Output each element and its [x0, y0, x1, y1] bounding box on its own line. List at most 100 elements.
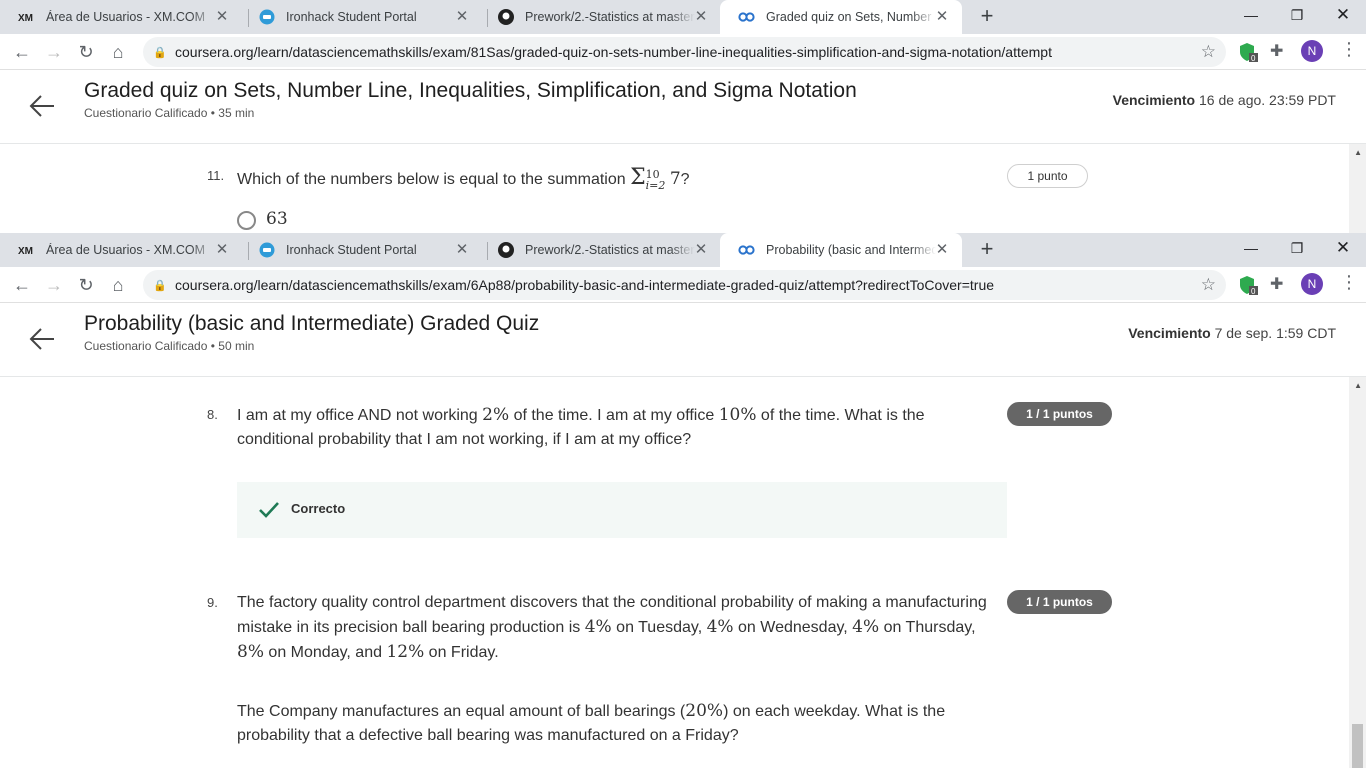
close-tab-icon[interactable]: ✕ [454, 9, 470, 25]
extensions-puzzle-icon[interactable]: ✚ [1270, 274, 1292, 296]
profile-avatar[interactable]: N [1301, 40, 1323, 62]
question-text-part: on Thursday, [879, 619, 976, 636]
shield-extension-icon[interactable]: 0 [1237, 41, 1259, 63]
new-tab-button[interactable]: + [975, 5, 999, 29]
address-toolbar: ← → ↻ ⌂ 🔒 coursera.org/learn/datascience… [0, 267, 1366, 303]
quiz-title: Probability (basic and Intermediate) Gra… [84, 312, 540, 335]
tab-github[interactable]: Prework/2.-Statistics at master · N ✕ [479, 0, 721, 34]
forward-icon[interactable]: → [42, 40, 66, 64]
sigma-symbol: Σ [630, 165, 646, 190]
menu-kebab-icon[interactable]: ⋮ [1340, 272, 1358, 293]
extensions-puzzle-icon[interactable]: ✚ [1270, 41, 1292, 63]
points-badge: 1 punto [1007, 164, 1088, 188]
tab-coursera-active[interactable]: Graded quiz on Sets, Number Lin ✕ [720, 0, 962, 34]
tab-ironhack[interactable]: Ironhack Student Portal ✕ [240, 0, 482, 34]
ironhack-logo-icon [258, 9, 276, 25]
restore-button[interactable]: ❐ [1274, 0, 1320, 32]
forward-icon[interactable]: → [42, 273, 66, 297]
back-arrow-icon[interactable] [28, 325, 56, 353]
scrollbar[interactable] [1349, 377, 1366, 768]
math-value: 8% [237, 642, 264, 662]
close-tab-icon[interactable]: ✕ [934, 242, 950, 258]
quiz-subtitle: Cuestionario Calificado • 50 min [84, 339, 255, 353]
new-tab-button[interactable]: + [975, 238, 999, 262]
answer-radio[interactable] [237, 211, 256, 230]
tab-title: Prework/2.-Statistics at master · N [525, 10, 695, 24]
coursera-icon [738, 242, 756, 258]
close-tab-icon[interactable]: ✕ [693, 242, 709, 258]
tab-strip: XM Área de Usuarios - XM.COM ✕ Ironhack … [0, 233, 1366, 267]
math-value: 4% [852, 617, 880, 637]
question-text-part: I am at my office AND not working [237, 407, 483, 424]
minimize-button[interactable]: — [1228, 0, 1274, 32]
coursera-header: Graded quiz on Sets, Number Line, Inequa… [0, 70, 1366, 144]
question-number: 8. [207, 407, 218, 422]
math-value: 20% [685, 701, 724, 721]
url-text: coursera.org/learn/datasciencemathskills… [175, 277, 995, 293]
tab-title: Prework/2.-Statistics at master · N [525, 243, 695, 257]
tab-title: Área de Usuarios - XM.COM [46, 10, 206, 24]
tab-github[interactable]: Prework/2.-Statistics at master · N ✕ [479, 233, 721, 267]
extension-badge: 0 [1251, 287, 1256, 296]
minimize-button[interactable]: — [1228, 233, 1274, 265]
github-icon [497, 9, 515, 25]
math-value: 4% [706, 617, 734, 637]
math-value: 12% [386, 642, 425, 662]
menu-kebab-icon[interactable]: ⋮ [1340, 39, 1358, 60]
due-value: 7 de sep. 1:59 CDT [1214, 325, 1336, 341]
home-icon[interactable]: ⌂ [106, 40, 130, 64]
feedback-label: Correcto [291, 501, 346, 516]
address-bar[interactable]: 🔒 coursera.org/learn/datasciencemathskil… [143, 37, 1226, 67]
bookmark-star-icon[interactable]: ☆ [1201, 275, 1216, 295]
tab-coursera-active[interactable]: Probability (basic and Intermedia ✕ [720, 233, 962, 267]
svg-text:XM: XM [18, 246, 33, 255]
scrollbar[interactable] [1349, 144, 1366, 233]
close-tab-icon[interactable]: ✕ [693, 9, 709, 25]
quiz-content: ▲ 8. I am at my office AND not working 2… [0, 377, 1366, 768]
scrollbar-thumb[interactable] [1352, 724, 1363, 768]
points-badge: 1 / 1 puntos [1007, 402, 1112, 426]
quiz-subtitle: Cuestionario Calificado • 35 min [84, 106, 255, 120]
back-icon[interactable]: ← [10, 40, 34, 64]
answer-option-label[interactable]: 63 [266, 209, 288, 229]
close-tab-icon[interactable]: ✕ [454, 242, 470, 258]
url-text: coursera.org/learn/datasciencemathskills… [175, 44, 1052, 60]
extension-badge: 0 [1251, 54, 1256, 63]
question-text-part: The Company manufactures an equal amount… [237, 703, 686, 720]
profile-avatar[interactable]: N [1301, 273, 1323, 295]
restore-button[interactable]: ❐ [1274, 233, 1320, 265]
due-value: 16 de ago. 23:59 PDT [1199, 92, 1336, 108]
due-label: Vencimiento [1128, 325, 1211, 341]
close-tab-icon[interactable]: ✕ [934, 9, 950, 25]
due-date: Vencimiento 16 de ago. 23:59 PDT [1113, 92, 1336, 108]
home-icon[interactable]: ⌂ [106, 273, 130, 297]
shield-extension-icon[interactable]: 0 [1237, 274, 1259, 296]
close-window-button[interactable]: ✕ [1320, 233, 1366, 265]
question-number: 9. [207, 595, 218, 610]
math-value: 10% [718, 405, 757, 425]
tab-title: Ironhack Student Portal [286, 10, 417, 24]
tab-title: Probability (basic and Intermedia [766, 243, 936, 257]
address-bar[interactable]: 🔒 coursera.org/learn/datasciencemathskil… [143, 270, 1226, 300]
ironhack-logo-icon [258, 242, 276, 258]
scroll-up-icon[interactable]: ▲ [1354, 148, 1362, 157]
close-tab-icon[interactable]: ✕ [214, 242, 230, 258]
tab-xm[interactable]: XM Área de Usuarios - XM.COM ✕ [0, 0, 242, 34]
browser-window-1: XM Área de Usuarios - XM.COM ✕ Ironhack … [0, 0, 1366, 233]
tab-title: Área de Usuarios - XM.COM [46, 243, 206, 257]
back-arrow-icon[interactable] [28, 92, 56, 120]
address-toolbar: ← → ↻ ⌂ 🔒 coursera.org/learn/datascience… [0, 34, 1366, 70]
xm-logo-icon: XM [18, 9, 36, 25]
bookmark-star-icon[interactable]: ☆ [1201, 42, 1216, 62]
reload-icon[interactable]: ↻ [74, 273, 98, 297]
tab-ironhack[interactable]: Ironhack Student Portal ✕ [240, 233, 482, 267]
scroll-up-icon[interactable]: ▲ [1354, 381, 1362, 390]
close-window-button[interactable]: ✕ [1320, 0, 1366, 32]
back-icon[interactable]: ← [10, 273, 34, 297]
close-tab-icon[interactable]: ✕ [214, 9, 230, 25]
due-date: Vencimiento 7 de sep. 1:59 CDT [1128, 325, 1336, 341]
coursera-header: Probability (basic and Intermediate) Gra… [0, 303, 1366, 377]
reload-icon[interactable]: ↻ [74, 40, 98, 64]
tab-xm[interactable]: XM Área de Usuarios - XM.COM ✕ [0, 233, 242, 267]
question-text-part: Which of the numbers below is equal to t… [237, 171, 626, 188]
